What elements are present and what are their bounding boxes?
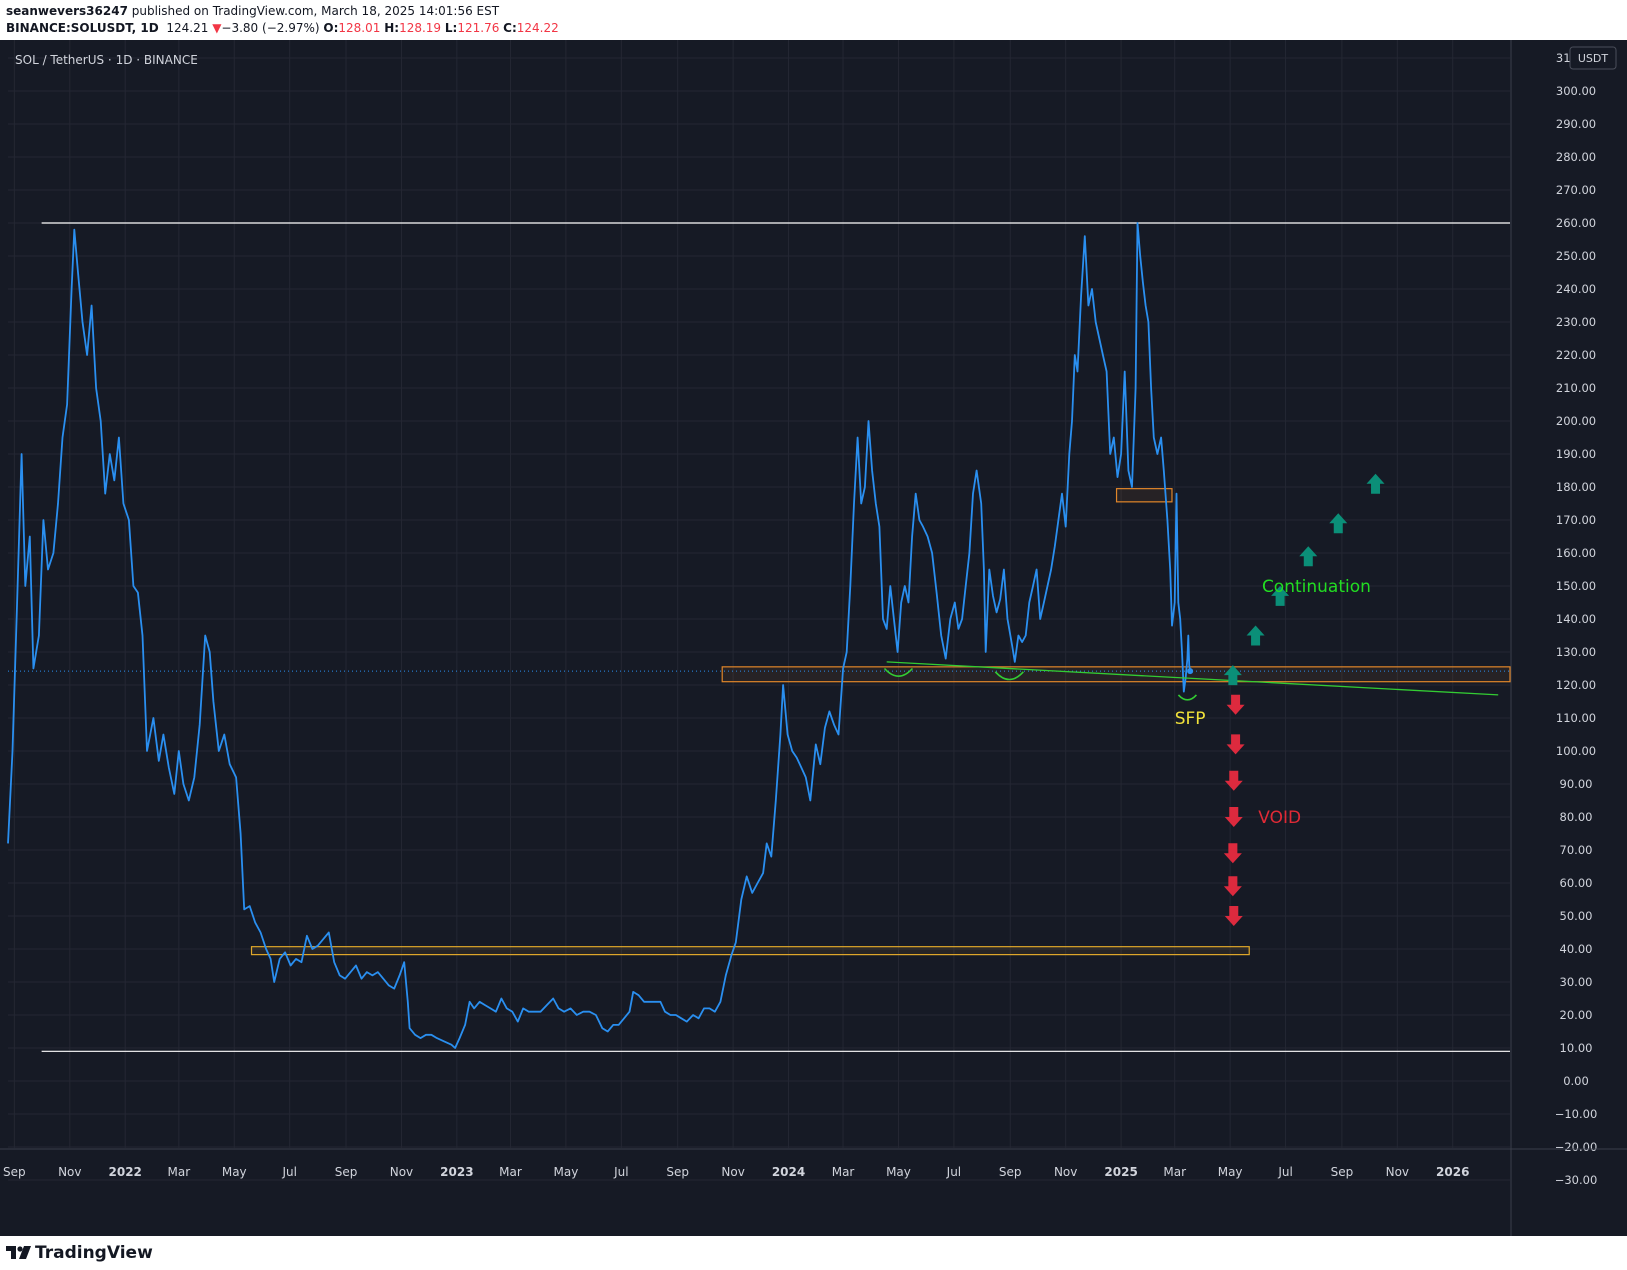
y-tick-label: 20.00	[1560, 1008, 1593, 1022]
y-tick-label: 0.00	[1563, 1074, 1589, 1088]
x-tick-label: Nov	[58, 1165, 81, 1179]
x-tick-label: 2026	[1436, 1165, 1469, 1179]
y-tick-label: 10.00	[1560, 1041, 1593, 1055]
price-chart[interactable]: 310.00300.00290.00280.00270.00260.00250.…	[0, 40, 1627, 1236]
open-label: O:	[323, 21, 339, 35]
y-tick-label: 210.00	[1556, 381, 1596, 395]
y-tick-label: 280.00	[1556, 150, 1596, 164]
brand-name: TradingView	[35, 1243, 153, 1263]
x-tick-label: Sep	[999, 1165, 1022, 1179]
y-tick-label: 50.00	[1560, 909, 1593, 923]
y-tick-label: 260.00	[1556, 216, 1596, 230]
y-tick-label: 180.00	[1556, 480, 1596, 494]
y-tick-label: 140.00	[1556, 612, 1596, 626]
y-tick-label: 130.00	[1556, 645, 1596, 659]
y-tick-label: 220.00	[1556, 348, 1596, 362]
high-label: H:	[384, 21, 400, 35]
y-tick-label: 100.00	[1556, 744, 1596, 758]
x-tick-label: Nov	[1054, 1165, 1077, 1179]
x-tick-label: 2025	[1104, 1165, 1137, 1179]
x-tick-label: Mar	[832, 1165, 855, 1179]
y-tick-label: 120.00	[1556, 678, 1596, 692]
close-value: 124.22	[516, 21, 559, 35]
last-price-point	[1187, 668, 1194, 675]
x-tick-label: May	[222, 1165, 247, 1179]
x-tick-label: Nov	[721, 1165, 744, 1179]
high-value: 128.19	[399, 21, 442, 35]
y-tick-label: 60.00	[1560, 876, 1593, 890]
y-tick-label: 200.00	[1556, 414, 1596, 428]
y-tick-label: 290.00	[1556, 117, 1596, 131]
x-tick-label: Sep	[666, 1165, 689, 1179]
chart-title: SOL / TetherUS · 1D · BINANCE	[15, 53, 198, 67]
symbol-ohlc-line: BINANCE:SOLUSDT, 1D 124.21 ▼−3.80 (−2.97…	[6, 21, 559, 35]
y-tick-label: 110.00	[1556, 711, 1596, 725]
x-tick-label: Jul	[1277, 1165, 1292, 1179]
y-tick-label: 40.00	[1560, 942, 1593, 956]
author-name[interactable]: seanwevers36247	[6, 4, 128, 18]
y-tick-label: 230.00	[1556, 315, 1596, 329]
x-tick-label: Sep	[3, 1165, 26, 1179]
x-tick-label: Nov	[390, 1165, 413, 1179]
x-tick-label: Sep	[1331, 1165, 1354, 1179]
y-tick-label: 150.00	[1556, 579, 1596, 593]
tradingview-brand[interactable]: TradingView	[6, 1243, 153, 1263]
sfp-label: SFP	[1175, 709, 1206, 729]
y-tick-label: 70.00	[1560, 843, 1593, 857]
currency-badge: USDT	[1578, 52, 1609, 65]
void-label: VOID	[1258, 808, 1301, 828]
x-tick-label: 2023	[440, 1165, 473, 1179]
symbol-line: BINANCE:SOLUSDT, 1D	[6, 21, 159, 35]
x-tick-label: Sep	[335, 1165, 358, 1179]
x-tick-label: 2022	[109, 1165, 142, 1179]
x-tick-label: Nov	[1386, 1165, 1409, 1179]
price-change: −3.80 (−2.97%)	[221, 21, 320, 35]
x-tick-label: Jul	[613, 1165, 628, 1179]
tradingview-logo-icon	[6, 1246, 31, 1259]
chart-background	[0, 40, 1627, 1236]
x-tick-label: Jul	[946, 1165, 961, 1179]
y-tick-label: 240.00	[1556, 282, 1596, 296]
y-tick-label: 90.00	[1560, 777, 1593, 791]
published-text: published on TradingView.com, March 18, …	[131, 4, 500, 18]
y-tick-label: 190.00	[1556, 447, 1596, 461]
y-tick-label: 160.00	[1556, 546, 1596, 560]
continuation-label: Continuation	[1262, 577, 1371, 597]
y-tick-label: 270.00	[1556, 183, 1596, 197]
low-label: L:	[444, 21, 458, 35]
y-tick-label: −10.00	[1555, 1107, 1598, 1121]
x-tick-label: Mar	[1163, 1165, 1186, 1179]
y-tick-label: 300.00	[1556, 84, 1596, 98]
x-tick-label: May	[554, 1165, 579, 1179]
orange-zone-box	[1115, 488, 1173, 503]
y-tick-label: 250.00	[1556, 249, 1596, 263]
last-price: 124.21	[166, 21, 209, 35]
yellow-zone-box	[250, 946, 1250, 956]
open-value: 128.01	[338, 21, 381, 35]
x-tick-label: Mar	[499, 1165, 522, 1179]
x-tick-label: Jul	[281, 1165, 296, 1179]
x-tick-label: Mar	[168, 1165, 191, 1179]
close-label: C:	[503, 21, 517, 35]
y-tick-label: 170.00	[1556, 513, 1596, 527]
x-tick-label: 2024	[772, 1165, 805, 1179]
y-tick-label: 30.00	[1560, 975, 1593, 989]
y-tick-label: −20.00	[1555, 1140, 1598, 1154]
x-tick-label: May	[886, 1165, 911, 1179]
y-tick-label: 80.00	[1560, 810, 1593, 824]
y-tick-label: −30.00	[1555, 1173, 1598, 1187]
x-tick-label: May	[1218, 1165, 1243, 1179]
publish-info: seanwevers36247 published on TradingView…	[6, 4, 499, 18]
low-value: 121.76	[457, 21, 500, 35]
